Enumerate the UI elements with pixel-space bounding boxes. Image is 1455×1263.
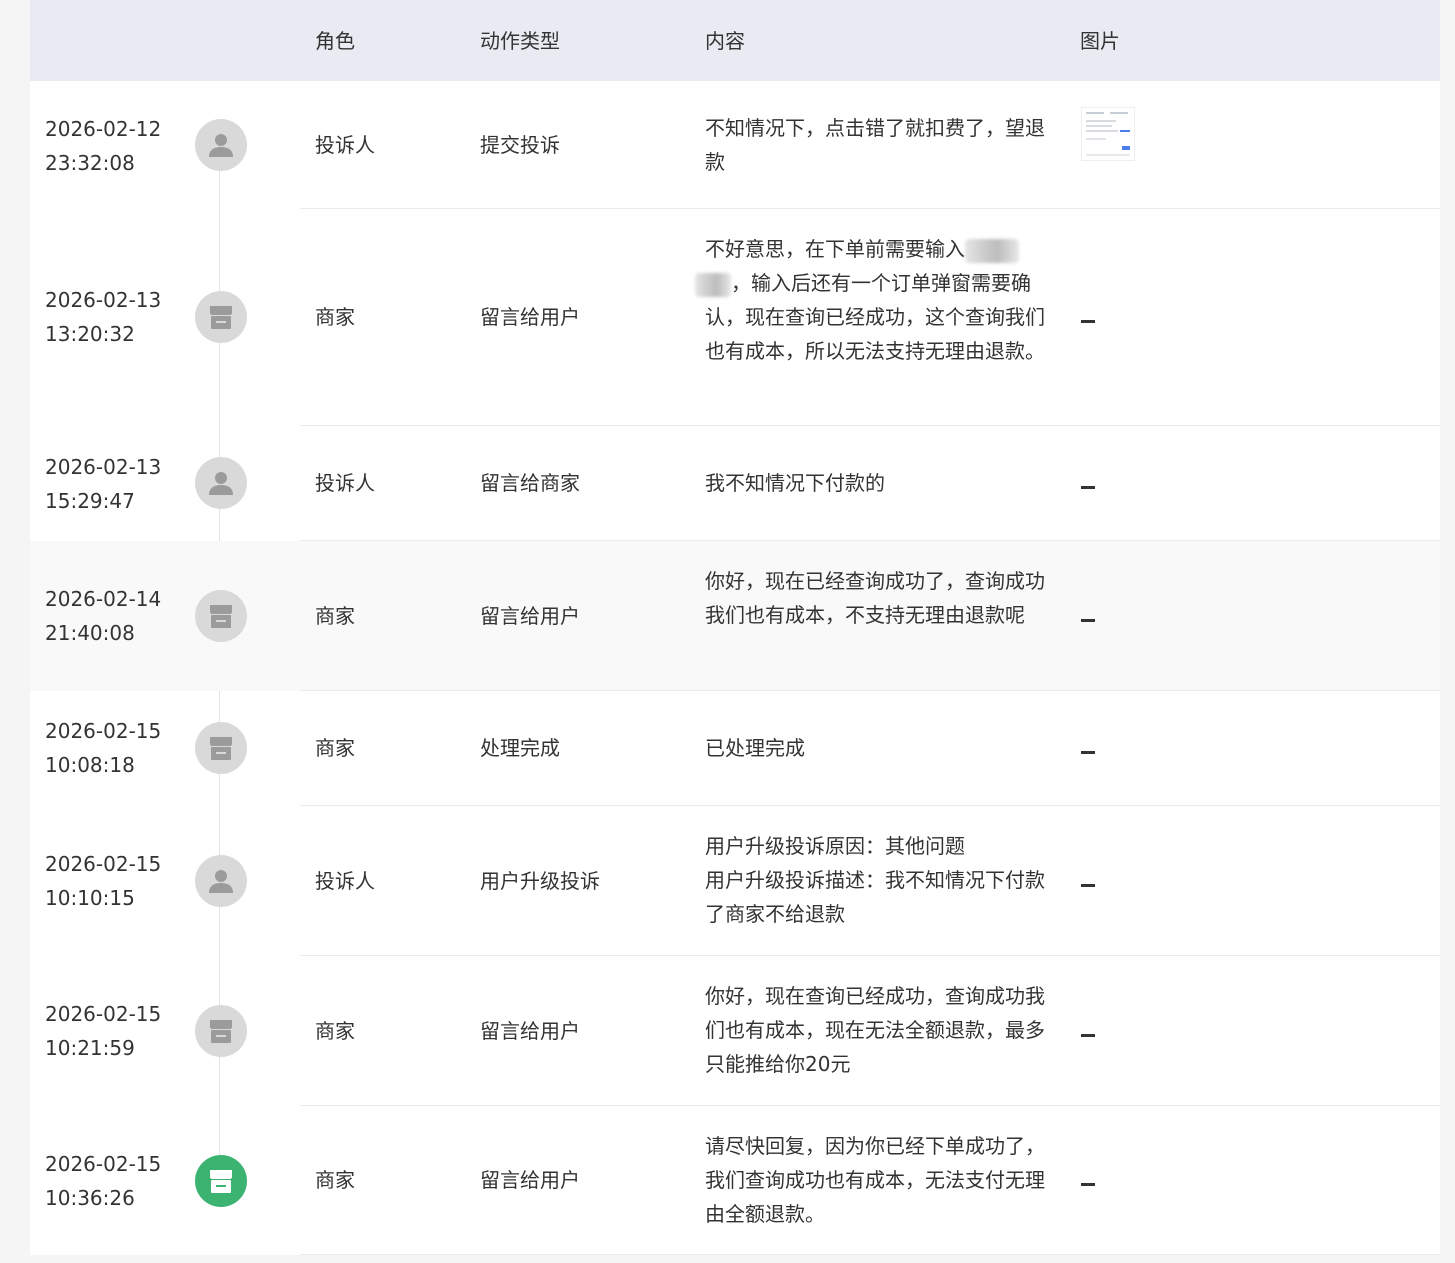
no-image-dash bbox=[1081, 751, 1095, 754]
no-image-dash bbox=[1081, 486, 1095, 489]
table-row: 2026-02-15 10:36:26 商家 留言给用户 请尽快回复，因为你已经… bbox=[30, 1106, 1440, 1255]
row-action-type: 留言给商家 bbox=[480, 471, 580, 495]
row-content: 不好意思，在下单前需要输入 ，输入后还有一个订单弹窗需要确认，现在查询已经成功，这… bbox=[695, 232, 1050, 368]
row-divider bbox=[300, 1254, 1440, 1255]
row-time: 10:08:18 bbox=[45, 753, 135, 777]
row-timestamp: 2026-02-13 13:20:32 bbox=[45, 283, 161, 351]
no-image-dash bbox=[1081, 320, 1095, 323]
row-timestamp: 2026-02-15 10:36:26 bbox=[45, 1147, 161, 1215]
table-row: 2026-02-15 10:10:15 投诉人 用户升级投诉 用户升级投诉原因：… bbox=[30, 806, 1440, 956]
row-date: 2026-02-15 bbox=[45, 1152, 162, 1176]
row-content: 已处理完成 bbox=[705, 736, 805, 760]
row-timestamp: 2026-02-12 23:32:08 bbox=[45, 112, 161, 180]
header-content: 内容 bbox=[705, 29, 745, 53]
complaint-history-table: 角色 动作类型 内容 图片 2026-02-12 23:32:08 投诉人 提交… bbox=[30, 0, 1440, 1255]
table-header: 角色 动作类型 内容 图片 bbox=[30, 0, 1440, 81]
row-timestamp: 2026-02-15 10:08:18 bbox=[45, 714, 161, 782]
header-image: 图片 bbox=[1080, 29, 1120, 53]
store-icon bbox=[195, 1005, 247, 1057]
row-role: 投诉人 bbox=[315, 471, 375, 495]
row-date: 2026-02-15 bbox=[45, 719, 162, 743]
upgrade-description: 用户升级投诉描述：我不知情况下付款了商家不给退款 bbox=[705, 868, 1045, 926]
row-time: 15:29:47 bbox=[45, 489, 135, 513]
row-date: 2026-02-14 bbox=[45, 587, 162, 611]
header-role: 角色 bbox=[315, 29, 355, 53]
user-icon bbox=[195, 457, 247, 509]
table-row: 2026-02-13 13:20:32 商家 留言给用户 不好意思，在下单前需要… bbox=[30, 209, 1440, 426]
table-row: 2026-02-15 10:08:18 商家 处理完成 已处理完成 bbox=[30, 691, 1440, 806]
row-date: 2026-02-12 bbox=[45, 117, 162, 141]
row-action-type: 处理完成 bbox=[480, 736, 560, 760]
row-content: 请尽快回复，因为你已经下单成功了，我们查询成功也有成本，无法支付无理由全额退款。 bbox=[705, 1134, 1045, 1226]
row-action-type: 留言给用户 bbox=[480, 1019, 580, 1043]
redacted-text bbox=[695, 272, 731, 297]
user-icon bbox=[195, 119, 247, 171]
table-row: 2026-02-15 10:21:59 商家 留言给用户 你好，现在查询已经成功… bbox=[30, 956, 1440, 1106]
table-row: 2026-02-12 23:32:08 投诉人 提交投诉 不知情况下，点击错了就… bbox=[30, 81, 1440, 209]
row-action-type: 留言给用户 bbox=[480, 604, 580, 628]
row-role: 商家 bbox=[315, 1019, 355, 1043]
store-icon bbox=[195, 291, 247, 343]
no-image-dash bbox=[1081, 1034, 1095, 1037]
row-role: 商家 bbox=[315, 1168, 355, 1192]
row-action-type: 提交投诉 bbox=[480, 133, 560, 157]
store-icon-active bbox=[195, 1155, 247, 1207]
table-row: 2026-02-13 15:29:47 投诉人 留言给商家 我不知情况下付款的 bbox=[30, 426, 1440, 541]
row-role: 投诉人 bbox=[315, 133, 375, 157]
table-row: 2026-02-14 21:40:08 商家 留言给用户 你好，现在已经查询成功… bbox=[30, 541, 1440, 691]
row-role: 商家 bbox=[315, 305, 355, 329]
row-timestamp: 2026-02-13 15:29:47 bbox=[45, 450, 161, 518]
row-time: 13:20:32 bbox=[45, 322, 135, 346]
row-timestamp: 2026-02-15 10:21:59 bbox=[45, 997, 161, 1065]
row-date: 2026-02-13 bbox=[45, 288, 162, 312]
user-icon bbox=[195, 855, 247, 907]
store-icon bbox=[195, 722, 247, 774]
redacted-text bbox=[965, 238, 1019, 263]
attachment-thumbnail[interactable] bbox=[1081, 107, 1135, 161]
content-text: ，输入后还有一个订单弹窗需要确认，现在查询已经成功，这个查询我们也有成本，所以无… bbox=[705, 271, 1045, 363]
row-time: 10:36:26 bbox=[45, 1186, 135, 1210]
content-text: 不好意思，在下单前需要输入 bbox=[705, 237, 965, 261]
row-action-type: 留言给用户 bbox=[480, 1168, 580, 1192]
header-action-type: 动作类型 bbox=[480, 29, 560, 53]
row-time: 10:21:59 bbox=[45, 1036, 135, 1060]
no-image-dash bbox=[1081, 619, 1095, 622]
row-time: 10:10:15 bbox=[45, 886, 135, 910]
no-image-dash bbox=[1081, 1183, 1095, 1186]
row-time: 23:32:08 bbox=[45, 151, 135, 175]
row-action-type: 用户升级投诉 bbox=[480, 869, 600, 893]
row-role: 商家 bbox=[315, 736, 355, 760]
row-content: 我不知情况下付款的 bbox=[705, 471, 885, 495]
row-content: 用户升级投诉原因：其他问题 用户升级投诉描述：我不知情况下付款了商家不给退款 bbox=[705, 829, 1050, 931]
row-date: 2026-02-13 bbox=[45, 455, 162, 479]
row-content: 你好，现在查询已经成功，查询成功我们也有成本，现在无法全额退款，最多只能推给你2… bbox=[705, 984, 1045, 1076]
row-content: 不知情况下，点击错了就扣费了，望退款 bbox=[705, 116, 1045, 174]
row-date: 2026-02-15 bbox=[45, 1002, 162, 1026]
no-image-dash bbox=[1081, 884, 1095, 887]
row-role: 商家 bbox=[315, 604, 355, 628]
row-timestamp: 2026-02-14 21:40:08 bbox=[45, 582, 161, 650]
store-icon bbox=[195, 590, 247, 642]
upgrade-reason: 用户升级投诉原因：其他问题 bbox=[705, 834, 965, 858]
row-time: 21:40:08 bbox=[45, 621, 135, 645]
row-role: 投诉人 bbox=[315, 869, 375, 893]
row-date: 2026-02-15 bbox=[45, 852, 162, 876]
row-timestamp: 2026-02-15 10:10:15 bbox=[45, 847, 161, 915]
row-content: 你好，现在已经查询成功了，查询成功我们也有成本，不支持无理由退款呢 bbox=[705, 569, 1045, 627]
row-action-type: 留言给用户 bbox=[480, 305, 580, 329]
